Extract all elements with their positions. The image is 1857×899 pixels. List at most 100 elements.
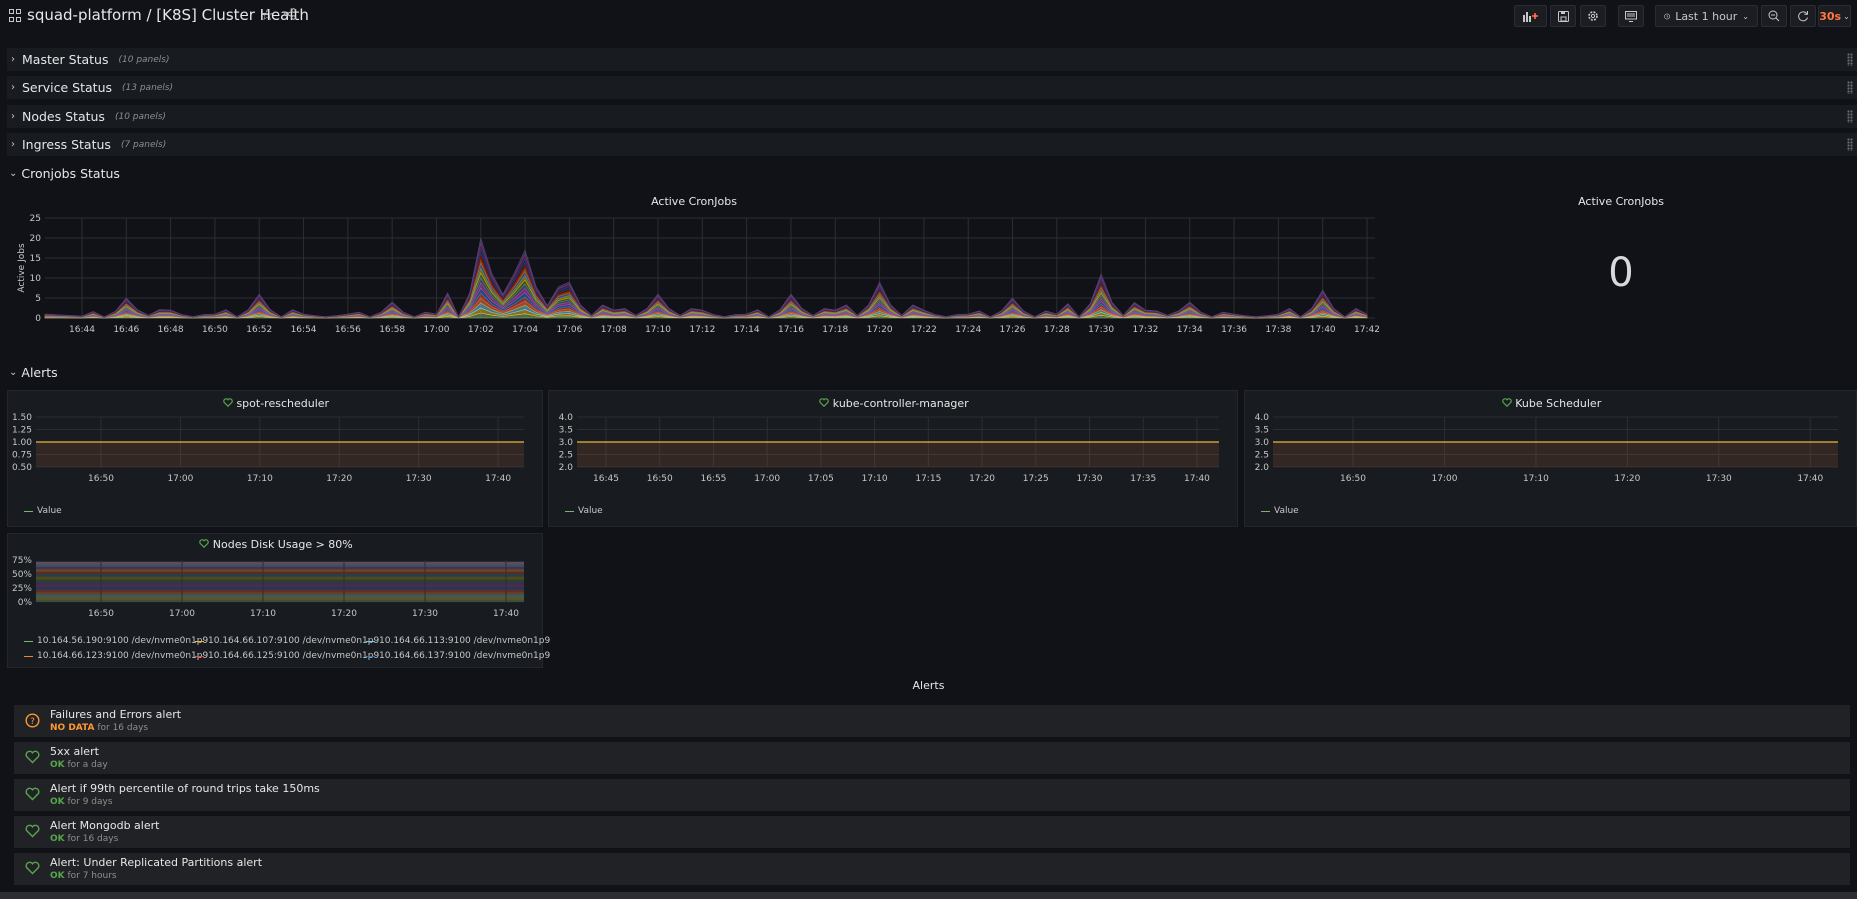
tv-mode-button[interactable] <box>1618 5 1644 27</box>
series-band <box>36 596 524 600</box>
series-area <box>36 442 524 467</box>
x-tick-label: 17:00 <box>169 609 195 619</box>
chevron-right-icon: › <box>11 139 15 150</box>
legend-item[interactable]: Value <box>1261 506 1299 516</box>
legend-swatch <box>195 640 204 642</box>
series-band <box>36 599 524 603</box>
chevron-right-icon: › <box>11 54 15 65</box>
legend-item[interactable]: 10.164.66.137:9100 /dev/nvme0n1p9 <box>366 651 550 661</box>
alert-name: Alert if 99th percentile of round trips … <box>50 782 320 795</box>
y-tick-label: 10 <box>30 274 42 284</box>
alert-name: Alert Mongodb alert <box>50 819 160 832</box>
series-band <box>36 594 524 598</box>
refresh-button[interactable] <box>1790 5 1816 27</box>
row-nodes-status[interactable]: › Nodes Status (10 panels) <box>7 105 1857 128</box>
alert-list-item[interactable]: Alert if 99th percentile of round trips … <box>14 779 1850 811</box>
zoom-out-button[interactable] <box>1761 5 1787 27</box>
panel-title[interactable]: Kube Scheduler <box>1245 397 1857 410</box>
alert-state-badge: NO DATA <box>50 723 95 733</box>
alert-list-title[interactable]: Alerts <box>0 679 1857 692</box>
y-tick-label: 4.0 <box>559 413 574 423</box>
y-tick-label: 25 <box>30 214 41 224</box>
legend-item[interactable]: 10.164.66.113:9100 /dev/nvme0n1p9 <box>366 636 550 646</box>
series-area <box>44 237 1368 318</box>
time-range-label: Last 1 hour <box>1675 9 1738 23</box>
legend-item[interactable]: Value <box>24 506 62 516</box>
legend-item[interactable]: 10.164.66.107:9100 /dev/nvme0n1p9 <box>195 636 379 646</box>
legend-swatch <box>24 640 33 642</box>
y-tick-label: 2.5 <box>559 451 573 461</box>
chevron-down-icon: ⌄ <box>9 367 18 378</box>
save-dashboard-button[interactable] <box>1550 5 1576 27</box>
x-tick-label: 16:55 <box>700 474 726 484</box>
legend-item[interactable]: Value <box>565 506 603 516</box>
drag-handle-icon[interactable] <box>1847 110 1853 123</box>
x-tick-label: 17:00 <box>424 325 450 335</box>
horizontal-scrollbar[interactable] <box>0 892 1857 899</box>
x-tick-label: 17:40 <box>485 474 511 484</box>
x-tick-label: 17:30 <box>406 474 432 484</box>
save-icon <box>1557 10 1569 22</box>
legend-swatch <box>195 655 204 657</box>
alert-name: 5xx alert <box>50 745 99 758</box>
drag-handle-icon[interactable] <box>1847 138 1853 151</box>
row-service-status[interactable]: › Service Status (13 panels) <box>7 76 1857 99</box>
kube-controller-manager-chart: 2.0 2.5 3.0 3.5 4.0 16:45 16:50 16:55 17:00 17:05… <box>559 413 1219 484</box>
x-tick-label: 17:30 <box>1077 474 1103 484</box>
alert-list-item[interactable]: 5xx alert OK for a day <box>14 742 1850 774</box>
alert-list-item[interactable]: Alert: Under Replicated Partitions alert… <box>14 853 1850 885</box>
row-panel-count: (7 panels) <box>120 139 167 150</box>
x-tick-label: 17:20 <box>326 474 352 484</box>
legend-swatch <box>366 640 375 642</box>
panel-title[interactable]: spot-rescheduler <box>8 397 544 410</box>
drag-handle-icon[interactable] <box>1847 53 1853 66</box>
alert-list-item[interactable]: Alert Mongodb alert OK for 16 days <box>14 816 1850 848</box>
x-tick-label: 17:35 <box>1130 474 1156 484</box>
chevron-down-icon: ⌄ <box>1742 11 1749 21</box>
x-tick-label: 17:40 <box>1797 474 1823 484</box>
row-panel-count: (10 panels) <box>118 54 170 65</box>
panel-title[interactable]: Nodes Disk Usage > 80% <box>8 538 544 551</box>
x-tick-label: 17:32 <box>1132 325 1158 335</box>
panel-title[interactable]: kube-controller-manager <box>549 397 1239 410</box>
legend-item[interactable]: 10.164.66.123:9100 /dev/nvme0n1p9 <box>24 651 208 661</box>
series-band <box>36 584 524 587</box>
star-icon[interactable]: ☆ <box>260 5 274 24</box>
legend-label: 10.164.66.107:9100 /dev/nvme0n1p9 <box>208 636 380 646</box>
legend-item[interactable]: 10.164.56.190:9100 /dev/nvme0n1p9 <box>24 636 208 646</box>
series-area <box>44 252 1368 318</box>
legend-item[interactable]: 10.164.66.125:9100 /dev/nvme0n1p9 <box>195 651 379 661</box>
alert-list-item[interactable]: ? Failures and Errors alert NO DATA for 16… <box>14 705 1850 737</box>
drag-handle-icon[interactable] <box>1847 81 1853 94</box>
settings-button[interactable] <box>1580 5 1606 27</box>
alert-name: Alert: Under Replicated Partitions alert <box>50 856 263 869</box>
y-tick-label: 3.0 <box>559 438 574 448</box>
refresh-interval-picker[interactable]: 30s ⌄ <box>1818 5 1851 27</box>
time-range-picker[interactable]: Last 1 hour ⌄ <box>1655 5 1758 27</box>
panel-title[interactable]: Active CronJobs <box>1385 195 1857 208</box>
add-panel-button[interactable] <box>1514 5 1547 27</box>
y-tick-label: 4.0 <box>1255 413 1270 423</box>
x-tick-label: 17:10 <box>862 474 888 484</box>
series-band <box>36 589 524 593</box>
x-tick-label: 17:24 <box>955 325 981 335</box>
share-icon[interactable] <box>284 8 296 23</box>
dashboards-grid-icon[interactable] <box>9 9 22 22</box>
series-band <box>36 571 524 575</box>
alert-state: OK for 16 days <box>50 834 118 844</box>
x-tick-label: 17:15 <box>915 474 941 484</box>
panel-title[interactable]: Active CronJobs <box>0 195 1388 208</box>
x-tick-label: 16:44 <box>69 325 95 335</box>
heart-icon <box>1501 398 1512 407</box>
section-cronjobs[interactable]: ⌄ Cronjobs Status <box>9 166 120 181</box>
alert-state: OK for 9 days <box>50 797 113 807</box>
x-tick-label: 16:50 <box>202 325 228 335</box>
x-tick-label: 16:50 <box>1340 474 1366 484</box>
series-band <box>36 564 524 567</box>
legend-label: 10.164.56.190:9100 /dev/nvme0n1p9 <box>37 636 209 646</box>
x-tick-label: 17:14 <box>734 325 760 335</box>
row-master-status[interactable]: › Master Status (10 panels) <box>7 48 1857 71</box>
section-alerts[interactable]: ⌄ Alerts <box>9 365 58 380</box>
chevron-right-icon: › <box>11 111 15 122</box>
row-ingress-status[interactable]: › Ingress Status (7 panels) <box>7 133 1857 156</box>
